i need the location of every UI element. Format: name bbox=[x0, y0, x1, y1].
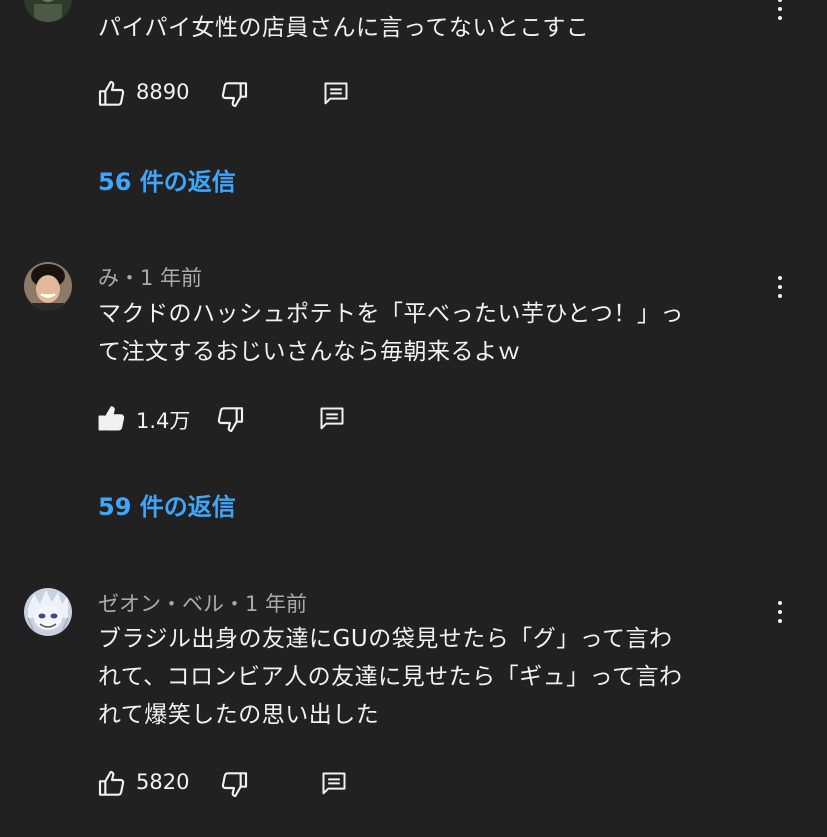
comment-actions: 1.4万 bbox=[96, 403, 396, 437]
avatar[interactable] bbox=[24, 262, 72, 310]
comment-meta: み・1 年前 bbox=[98, 266, 203, 290]
avatar[interactable] bbox=[24, 0, 72, 22]
thumbs-up-icon bbox=[98, 770, 125, 796]
comment-text-line: れて、コロンビア人の友達に見せたら「ギュ」って言わ bbox=[98, 664, 683, 690]
comment-reply-icon bbox=[322, 772, 346, 795]
dislike-button[interactable] bbox=[218, 78, 250, 110]
like-count: 5820 bbox=[136, 770, 190, 794]
thumbs-up-icon bbox=[98, 406, 125, 431]
like-button[interactable] bbox=[96, 403, 128, 435]
reply-button[interactable] bbox=[320, 770, 348, 798]
like-button[interactable] bbox=[96, 768, 128, 800]
more-vertical-icon bbox=[778, 0, 782, 2]
more-options-button[interactable] bbox=[766, 595, 794, 629]
comment-actions: 5820 bbox=[96, 768, 396, 802]
comment-actions: 8890 bbox=[96, 78, 396, 112]
more-vertical-icon bbox=[778, 601, 782, 605]
comment-text: パイパイ女性の店員さんに言ってないとこすこ bbox=[98, 9, 758, 47]
like-count: 8890 bbox=[136, 80, 190, 104]
reply-button[interactable] bbox=[322, 80, 350, 108]
comment-text-line: ブラジル出身の友達にGUの袋見せたら「グ」って言わ bbox=[98, 626, 673, 652]
dislike-button[interactable] bbox=[214, 403, 246, 435]
thumbs-down-icon bbox=[221, 82, 248, 108]
comment-text-line: パイパイ女性の店員さんに言ってないとこすこ bbox=[98, 15, 590, 41]
comment-text: ブラジル出身の友達にGUの袋見せたら「グ」って言わ れて、コロンビア人の友達に見… bbox=[98, 620, 758, 734]
comment-text-line: れて爆笑したの思い出した bbox=[98, 702, 380, 728]
comment-reply-icon bbox=[324, 82, 348, 105]
thumbs-down-icon bbox=[217, 407, 244, 433]
more-options-button[interactable] bbox=[766, 0, 794, 26]
like-button[interactable] bbox=[96, 78, 128, 110]
thumbs-down-icon bbox=[221, 772, 248, 798]
comments-panel: パイパイ女性の店員さんに言ってないとこすこ 8890 56 件の返信 み・1 年… bbox=[0, 0, 827, 837]
comment-text-line: て注文するおじいさんなら毎朝来るよｗ bbox=[98, 339, 521, 365]
dislike-button[interactable] bbox=[218, 768, 250, 800]
comment-text-line: マクドのハッシュポテトを「平べったい芋ひとつ！」っ bbox=[98, 301, 684, 327]
avatar[interactable] bbox=[24, 588, 72, 636]
comment-meta: ゼオン・ベル・1 年前 bbox=[98, 592, 308, 616]
view-replies-button[interactable]: 59 件の返信 bbox=[98, 487, 236, 522]
view-replies-button[interactable]: 56 件の返信 bbox=[98, 162, 236, 197]
comment-text: マクドのハッシュポテトを「平べったい芋ひとつ！」っ て注文するおじいさんなら毎朝… bbox=[98, 295, 758, 371]
comment-reply-icon bbox=[320, 407, 344, 430]
more-vertical-icon bbox=[778, 276, 782, 280]
like-count: 1.4万 bbox=[136, 409, 191, 433]
reply-button[interactable] bbox=[318, 405, 346, 433]
thumbs-up-icon bbox=[98, 80, 125, 106]
more-options-button[interactable] bbox=[766, 270, 794, 304]
